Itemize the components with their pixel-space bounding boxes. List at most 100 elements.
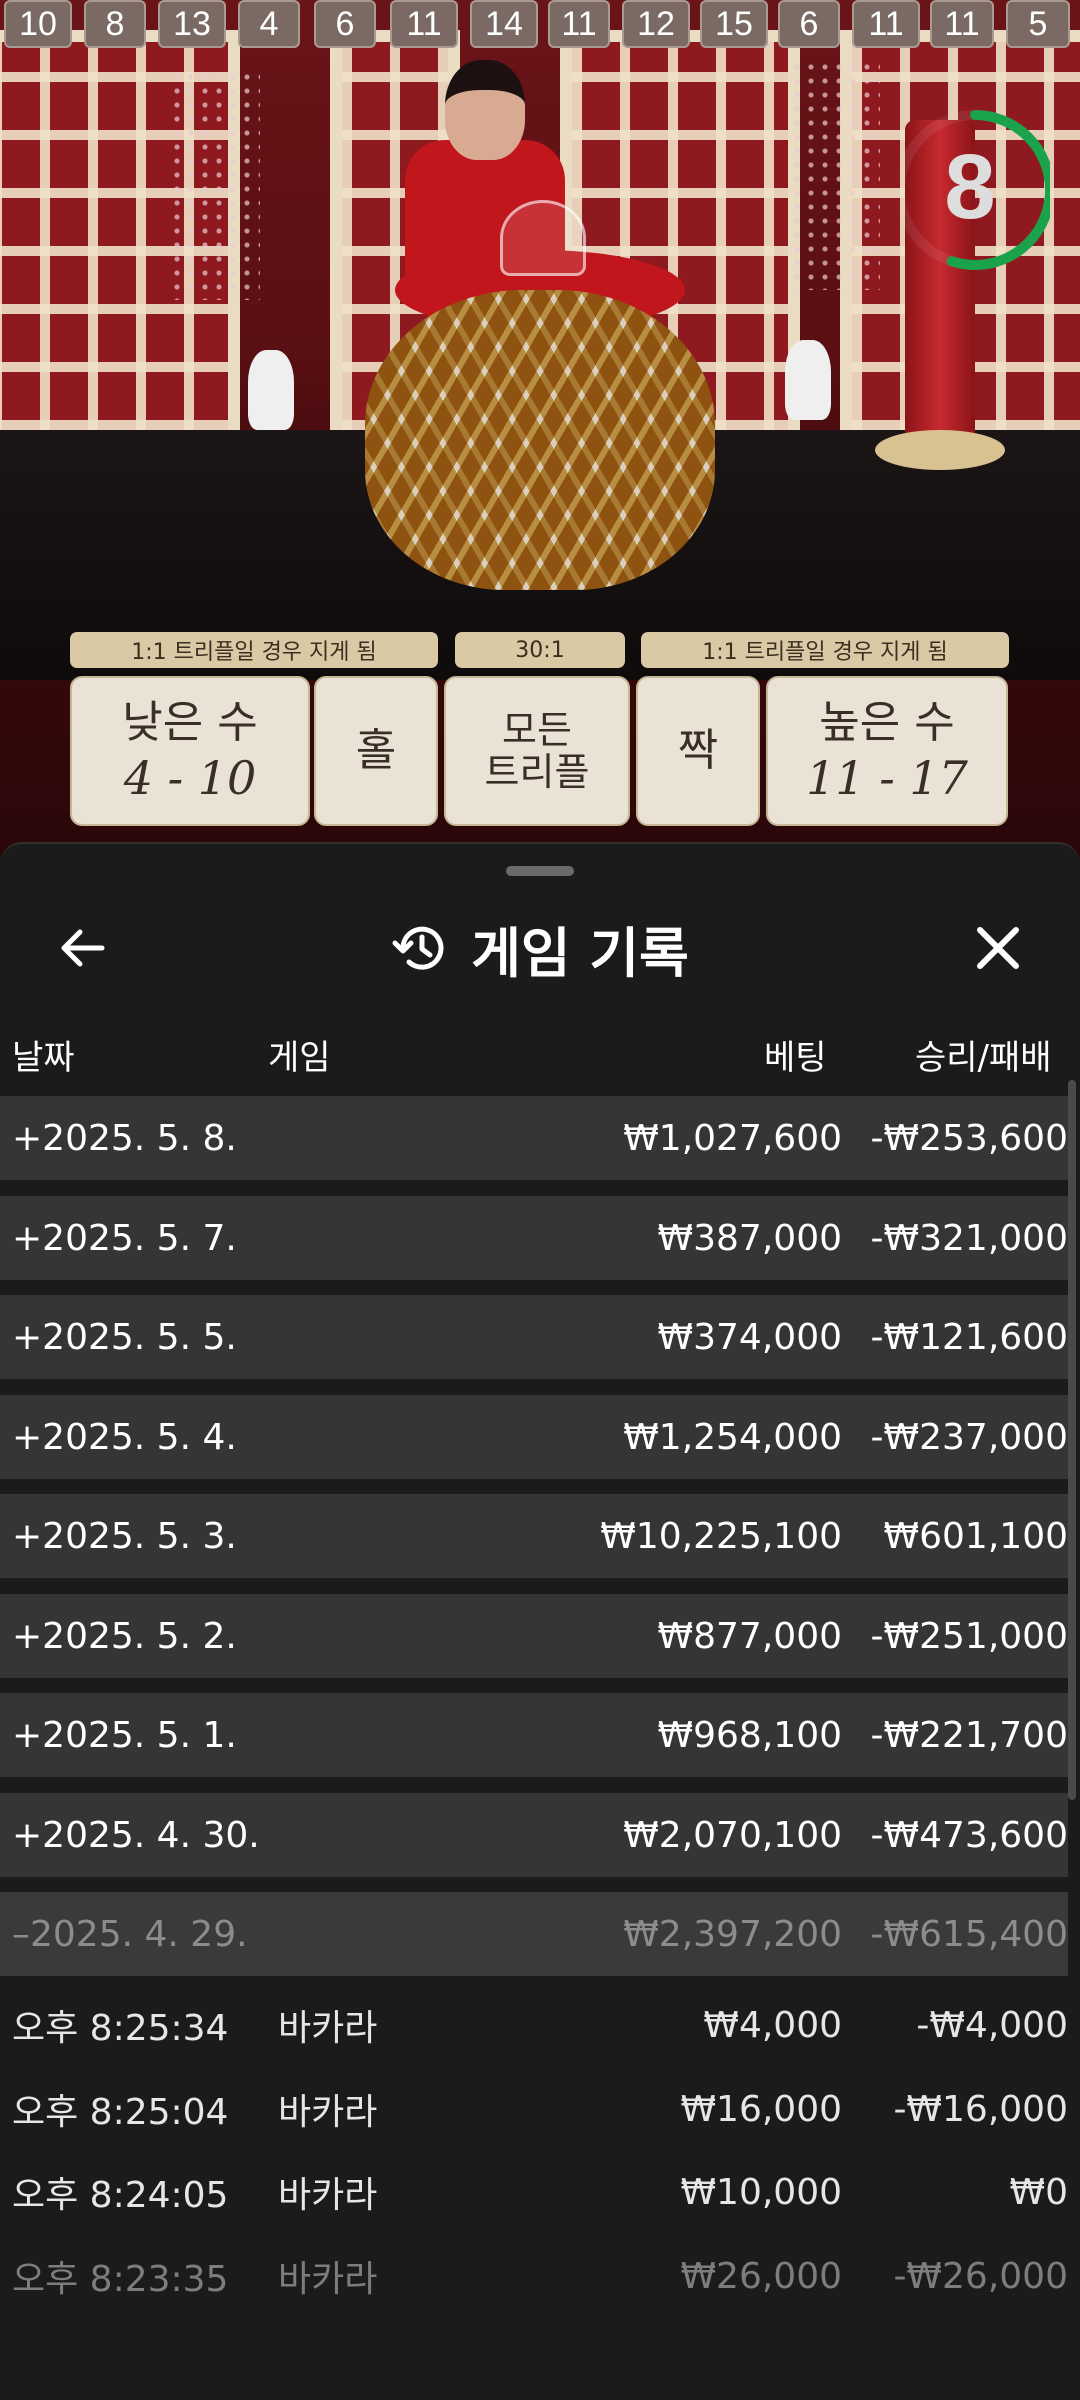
row-date: +2025. 5. 4. <box>12 1416 237 1458</box>
row-win-loss: -₩221,700 <box>870 1714 1068 1756</box>
blossom-branch <box>790 60 880 290</box>
bet-spot-low[interactable]: 낮은 수 4 - 10 <box>70 676 310 826</box>
history-scrollbar[interactable] <box>1068 1080 1076 1800</box>
row-bet: ₩374,000 <box>657 1316 842 1358</box>
bet-spot-high[interactable]: 높은 수 11 - 17 <box>766 676 1008 826</box>
bet-label: 낮은 수 <box>122 697 258 748</box>
row-win-loss: -₩321,000 <box>870 1217 1068 1259</box>
round-bet: ₩4,000 <box>703 2004 842 2046</box>
road-result: 11 <box>930 0 994 48</box>
row-date: +2025. 5. 5. <box>12 1316 237 1358</box>
payout-label-low: 1:1 트리플일 경우 지게 됨 <box>70 632 438 668</box>
row-bet: ₩877,000 <box>657 1615 842 1657</box>
bet-label: 트리플 <box>484 750 590 794</box>
row-date: +2025. 5. 3. <box>12 1515 237 1557</box>
countdown-value: 8 <box>944 136 996 238</box>
sheet-drag-handle[interactable] <box>506 866 574 876</box>
road-result: 6 <box>778 0 840 48</box>
bet-range: 4 - 10 <box>123 751 257 805</box>
payout-label-triple: 30:1 <box>455 632 625 668</box>
vase <box>248 350 294 430</box>
round-row[interactable]: 오후 8:25:04 바카라 ₩16,000 -₩16,000 <box>0 2067 1068 2151</box>
round-game: 바카라 <box>278 2092 378 2133</box>
round-row[interactable]: 오후 8:24:05 바카라 ₩10,000 ₩0 <box>0 2150 1068 2234</box>
road-result: 11 <box>390 0 458 48</box>
round-time: 오후 8:25:04 <box>12 2092 229 2133</box>
day-row-2025-05-03[interactable]: +2025. 5. 3. ₩10,225,100 ₩601,100 <box>0 1494 1068 1578</box>
road-result: 5 <box>1006 0 1070 48</box>
row-date: +2025. 4. 30. <box>12 1814 260 1856</box>
row-win-loss: -₩237,000 <box>870 1416 1068 1458</box>
bet-label: 홀 <box>355 725 397 776</box>
round-bet: ₩16,000 <box>680 2088 842 2130</box>
row-win-loss: -₩251,000 <box>870 1615 1068 1657</box>
row-win-loss: -₩615,400 <box>870 1913 1068 1955</box>
row-bet: ₩10,225,100 <box>600 1515 842 1557</box>
column-header-game: 게임 <box>268 1038 331 1078</box>
row-bet: ₩2,397,200 <box>623 1913 842 1955</box>
column-header-win-loss: 승리/패배 <box>915 1038 1052 1078</box>
road-result: 15 <box>700 0 768 48</box>
row-win-loss: -₩253,600 <box>870 1117 1068 1159</box>
bet-range: 11 - 17 <box>806 751 968 805</box>
road-result: 10 <box>4 0 72 48</box>
bet-spot-even[interactable]: 짝 <box>636 676 760 826</box>
day-row-2025-05-01[interactable]: +2025. 5. 1. ₩968,100 -₩221,700 <box>0 1693 1068 1777</box>
bet-spot-odd[interactable]: 홀 <box>314 676 438 826</box>
round-win-loss: -₩4,000 <box>916 2004 1068 2046</box>
sheet-header: 게임 기록 <box>0 904 1080 992</box>
road-result: 11 <box>852 0 920 48</box>
day-row-2025-05-07[interactable]: +2025. 5. 7. ₩387,000 -₩321,000 <box>0 1196 1068 1280</box>
day-row-2025-05-04[interactable]: +2025. 5. 4. ₩1,254,000 -₩237,000 <box>0 1395 1068 1479</box>
road-result: 4 <box>238 0 300 48</box>
round-win-loss: -₩26,000 <box>893 2255 1068 2297</box>
row-date: –2025. 4. 29. <box>12 1913 248 1955</box>
payout-label-high: 1:1 트리플일 경우 지게 됨 <box>641 632 1009 668</box>
round-bet: ₩10,000 <box>680 2171 842 2213</box>
round-time: 오후 8:23:35 <box>12 2259 229 2300</box>
round-time: 오후 8:25:34 <box>12 2008 229 2049</box>
day-row-2025-04-30[interactable]: +2025. 4. 30. ₩2,070,100 -₩473,600 <box>0 1793 1068 1877</box>
dice-shaker-dome <box>500 200 586 276</box>
round-game: 바카라 <box>278 2259 378 2300</box>
road-result: 13 <box>158 0 226 48</box>
row-date: +2025. 5. 8. <box>12 1117 237 1159</box>
day-row-2025-05-05[interactable]: +2025. 5. 5. ₩374,000 -₩121,600 <box>0 1295 1068 1379</box>
history-icon <box>392 926 444 970</box>
bet-spot-any-triple[interactable]: 모든 트리플 <box>444 676 630 826</box>
row-date: +2025. 5. 1. <box>12 1714 237 1756</box>
pillar-base <box>875 430 1005 470</box>
list-fade-overlay <box>0 2300 1080 2400</box>
bet-label: 짝 <box>677 725 719 776</box>
road-result: 14 <box>470 0 538 48</box>
day-row-2025-05-02[interactable]: +2025. 5. 2. ₩877,000 -₩251,000 <box>0 1594 1068 1678</box>
round-game: 바카라 <box>278 2175 378 2216</box>
bet-label: 높은 수 <box>819 697 955 748</box>
row-bet: ₩1,027,600 <box>623 1117 842 1159</box>
road-result: 12 <box>622 0 690 48</box>
column-header-bet: 베팅 <box>764 1038 827 1078</box>
dealer-head <box>445 60 525 160</box>
row-date: +2025. 5. 7. <box>12 1217 237 1259</box>
round-time: 오후 8:24:05 <box>12 2175 229 2216</box>
row-win-loss: -₩473,600 <box>870 1814 1068 1856</box>
close-button[interactable] <box>956 906 1040 990</box>
road-result: 11 <box>548 0 610 48</box>
sheet-title: 게임 기록 <box>471 921 689 985</box>
row-bet: ₩2,070,100 <box>623 1814 842 1856</box>
round-game: 바카라 <box>278 2008 378 2049</box>
row-bet: ₩1,254,000 <box>623 1416 842 1458</box>
row-date: +2025. 5. 2. <box>12 1615 237 1657</box>
road-result: 8 <box>84 0 146 48</box>
row-win-loss: ₩601,100 <box>883 1515 1068 1557</box>
round-row[interactable]: 오후 8:25:34 바카라 ₩4,000 -₩4,000 <box>0 1983 1068 2067</box>
bet-label: 모든 <box>502 708 572 752</box>
row-bet: ₩387,000 <box>657 1217 842 1259</box>
vase <box>785 340 831 420</box>
column-header-date: 날짜 <box>12 1038 75 1078</box>
dice-table-base <box>365 290 715 590</box>
day-row-2025-04-29-expanded[interactable]: –2025. 4. 29. ₩2,397,200 -₩615,400 <box>0 1892 1068 1976</box>
round-win-loss: ₩0 <box>1009 2171 1069 2213</box>
day-row-2025-05-08[interactable]: +2025. 5. 8. ₩1,027,600 -₩253,600 <box>0 1096 1068 1180</box>
close-icon <box>977 927 1019 969</box>
